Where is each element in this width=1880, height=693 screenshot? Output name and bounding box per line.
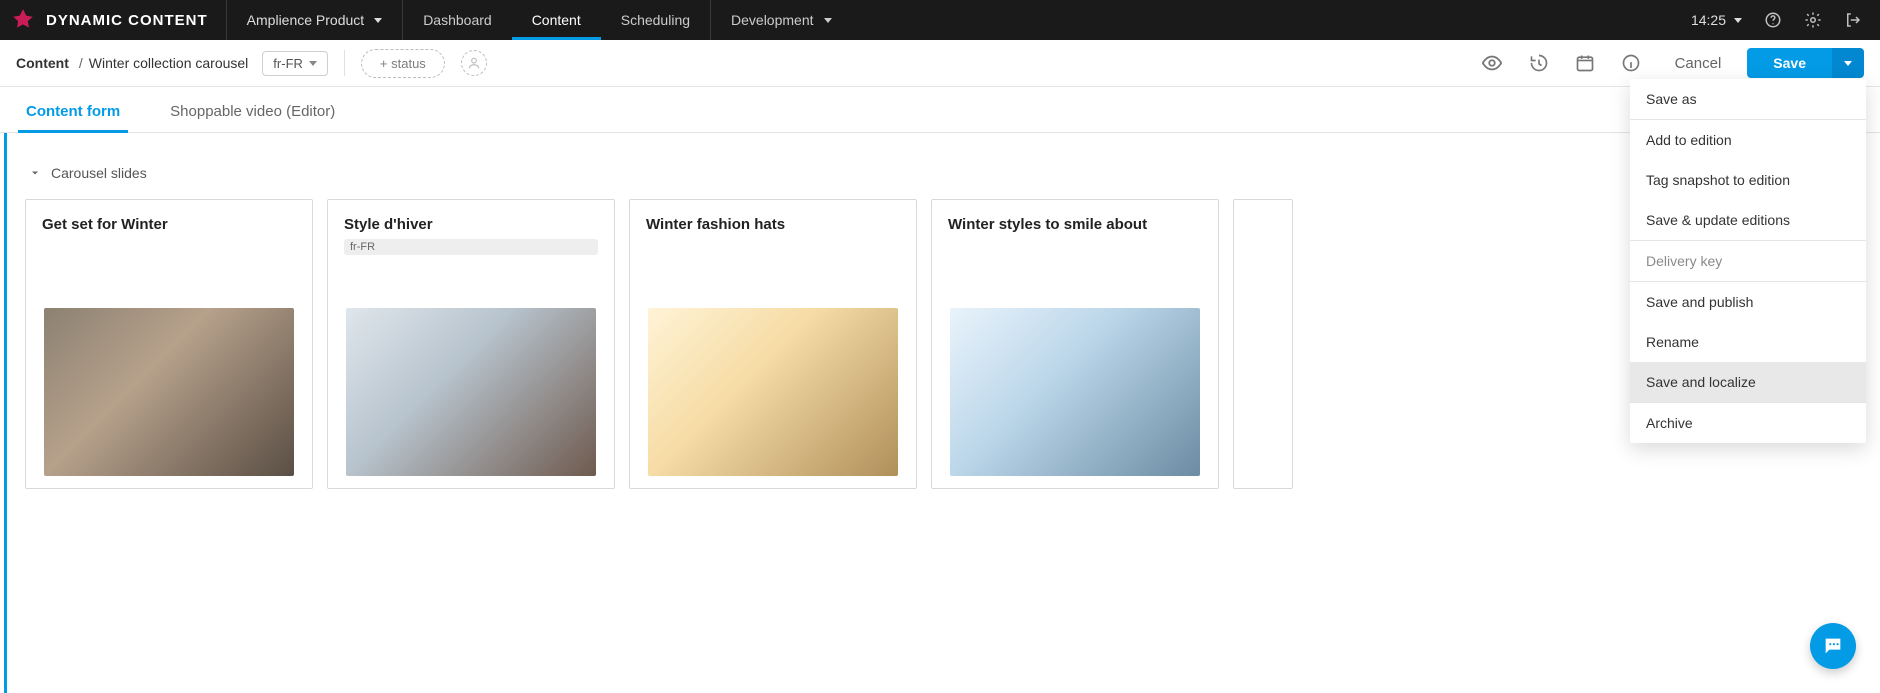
topbar-right: 14:25: [1673, 0, 1880, 40]
section-toggle[interactable]: Carousel slides: [29, 165, 1862, 181]
user-icon: [467, 56, 481, 70]
breadcrumb-root[interactable]: Content: [16, 55, 69, 71]
divider: [344, 50, 345, 76]
menu-item-save-update-editions[interactable]: Save & update editions: [1630, 200, 1866, 240]
add-status-button[interactable]: + status: [361, 49, 445, 78]
card-3[interactable]: Winter styles to smile about: [931, 199, 1219, 489]
nav-item-dashboard[interactable]: Dashboard: [403, 0, 512, 40]
card-title: Style d'hiver: [344, 216, 598, 233]
chevron-down-icon: [29, 167, 41, 179]
card-image: [648, 308, 898, 476]
time-value: 14:25: [1691, 12, 1726, 28]
card-1[interactable]: Style d'hiver fr-FR: [327, 199, 615, 489]
breadcrumb-item: Winter collection carousel: [89, 55, 249, 71]
menu-item-add-to-edition[interactable]: Add to edition: [1630, 120, 1866, 160]
save-menu: Save as Add to edition Tag snapshot to e…: [1630, 79, 1866, 443]
info-icon[interactable]: [1621, 53, 1641, 73]
locale-selector[interactable]: fr-FR: [262, 51, 328, 76]
card-locale-badge: fr-FR: [344, 239, 598, 255]
preview-icon[interactable]: [1481, 52, 1503, 74]
card-0[interactable]: Get set for Winter: [25, 199, 313, 489]
chevron-down-icon: [824, 18, 832, 23]
save-button-group: Save: [1747, 48, 1864, 78]
menu-item-save-and-publish[interactable]: Save and publish: [1630, 282, 1866, 322]
chevron-down-icon: [374, 18, 382, 23]
add-card-placeholder[interactable]: [1233, 199, 1293, 489]
card-image: [346, 308, 596, 476]
history-icon[interactable]: [1529, 53, 1549, 73]
nav-item-scheduling[interactable]: Scheduling: [601, 0, 710, 40]
card-title: Winter styles to smile about: [948, 216, 1202, 233]
env-name: Development: [731, 12, 814, 28]
env-selector[interactable]: Development: [710, 0, 852, 40]
locale-value: fr-FR: [273, 56, 303, 71]
content-area: Carousel slides Get set for Winter Style…: [4, 133, 1880, 693]
tab-content-form[interactable]: Content form: [18, 103, 128, 132]
card-title: Winter fashion hats: [646, 216, 900, 233]
help-icon[interactable]: [1764, 11, 1782, 29]
breadcrumb-sep: /: [79, 55, 83, 71]
primary-nav: Dashboard Content Scheduling: [403, 0, 710, 40]
time-selector[interactable]: 14:25: [1691, 12, 1742, 28]
add-assignee-button[interactable]: [461, 50, 487, 76]
tab-shoppable-video[interactable]: Shoppable video (Editor): [162, 103, 343, 132]
chevron-down-icon: [1734, 18, 1742, 23]
nav-item-content[interactable]: Content: [512, 0, 601, 40]
gear-icon[interactable]: [1804, 11, 1822, 29]
save-menu-toggle[interactable]: [1832, 48, 1864, 78]
card-image: [950, 308, 1200, 476]
calendar-icon[interactable]: [1575, 53, 1595, 73]
chat-icon: [1822, 635, 1844, 657]
save-button[interactable]: Save: [1747, 48, 1832, 78]
subbar-icons: [1481, 52, 1641, 74]
tabbar: Content form Shoppable video (Editor): [0, 87, 1880, 133]
subbar: Content / Winter collection carousel fr-…: [0, 40, 1880, 87]
menu-item-save-and-localize[interactable]: Save and localize: [1630, 362, 1866, 402]
card-image: [44, 308, 294, 476]
card-title: Get set for Winter: [42, 216, 296, 233]
cancel-button[interactable]: Cancel: [1675, 55, 1722, 72]
org-selector[interactable]: Amplience Product: [227, 0, 404, 40]
brand-logo-icon: [10, 7, 36, 33]
chevron-down-icon: [1844, 61, 1852, 66]
cards-row: Get set for Winter Style d'hiver fr-FR W…: [25, 199, 1862, 489]
menu-item-archive[interactable]: Archive: [1630, 403, 1866, 443]
menu-item-tag-snapshot[interactable]: Tag snapshot to edition: [1630, 160, 1866, 200]
chevron-down-icon: [309, 61, 317, 66]
menu-item-rename[interactable]: Rename: [1630, 322, 1866, 362]
menu-item-save-as[interactable]: Save as: [1630, 79, 1866, 119]
logout-icon[interactable]: [1844, 11, 1862, 29]
topbar: DYNAMIC CONTENT Amplience Product Dashbo…: [0, 0, 1880, 40]
chat-fab[interactable]: [1810, 623, 1856, 669]
org-name: Amplience Product: [247, 12, 365, 28]
brand-name: DYNAMIC CONTENT: [46, 12, 208, 29]
brand: DYNAMIC CONTENT: [0, 0, 227, 40]
section-title: Carousel slides: [51, 165, 147, 181]
card-2[interactable]: Winter fashion hats: [629, 199, 917, 489]
menu-item-delivery-key: Delivery key: [1630, 241, 1866, 281]
